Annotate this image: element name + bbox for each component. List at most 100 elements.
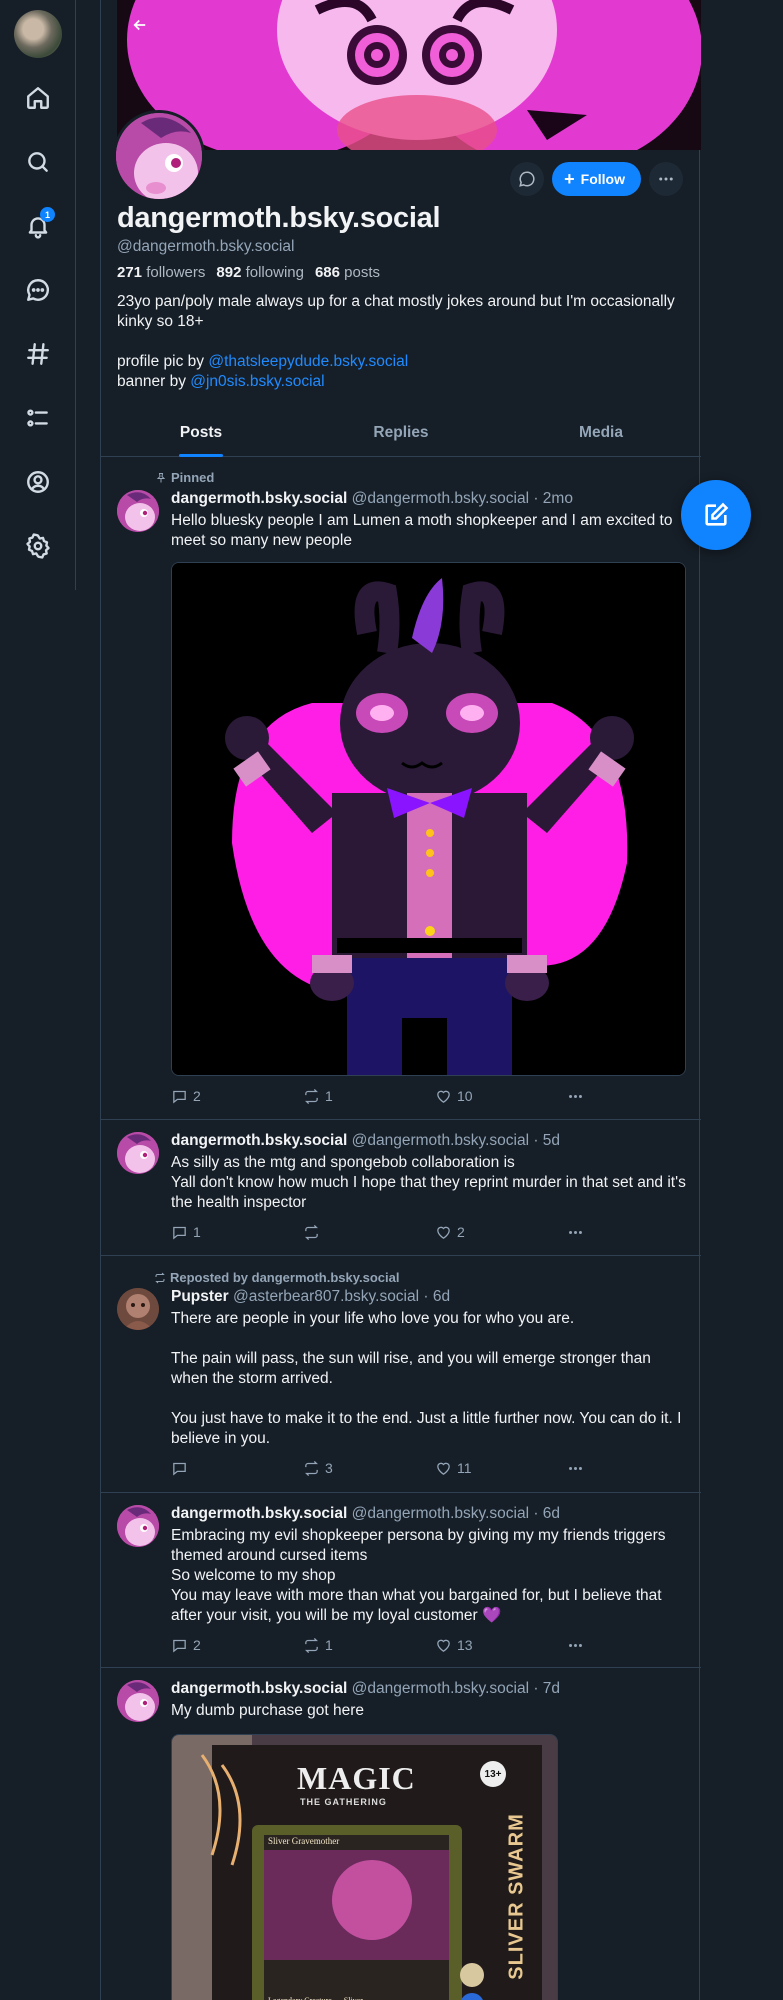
- search-icon[interactable]: [18, 142, 58, 182]
- post[interactable]: dangermoth.bsky.social @dangermoth.bsky.…: [101, 1668, 701, 2000]
- post-author-name[interactable]: dangermoth.bsky.social: [171, 490, 347, 507]
- repost-button[interactable]: 1: [303, 1635, 435, 1655]
- post-actions: 2 1 13: [171, 1635, 591, 1655]
- heart-icon: [437, 1462, 450, 1475]
- bio-text: 23yo pan/poly male always up for a chat …: [117, 293, 675, 330]
- current-user-avatar[interactable]: [14, 10, 62, 58]
- reply-button[interactable]: 1: [171, 1222, 303, 1242]
- card-logo: MAGIC: [297, 1760, 416, 1796]
- bell-icon[interactable]: 1: [18, 206, 58, 246]
- like-button[interactable]: 11: [435, 1458, 567, 1478]
- post-image[interactable]: MAGIC THE GATHERING 13+ SLIVER SWARM Sli…: [171, 1734, 558, 2000]
- like-button[interactable]: 10: [435, 1086, 567, 1106]
- profile-feed: + Follow dangermoth.bsky.social @dangerm…: [100, 0, 701, 2000]
- profile-stats: 271 followers 892 following 686 posts: [117, 264, 380, 281]
- home-icon[interactable]: [18, 78, 58, 118]
- avatar[interactable]: [117, 1288, 159, 1330]
- post-text: Embracing my evil shopkeeper persona by …: [171, 1527, 666, 1624]
- post-author-name[interactable]: dangermoth.bsky.social: [171, 1505, 347, 1522]
- post-more-button[interactable]: [567, 1222, 584, 1242]
- avatar[interactable]: [117, 1680, 159, 1722]
- message-button[interactable]: [510, 162, 545, 196]
- ellipsis-icon: [569, 1643, 582, 1647]
- following-stat[interactable]: 892 following: [216, 264, 304, 281]
- bio-mention-link[interactable]: @jn0sis.bsky.social: [190, 373, 324, 390]
- more-options-button[interactable]: [649, 162, 683, 196]
- chat-icon: [519, 171, 535, 187]
- repost-icon: [305, 1224, 318, 1240]
- pinned-label: Pinned: [155, 470, 214, 485]
- avatar[interactable]: [117, 1505, 159, 1547]
- post-author-handle: @dangermoth.bsky.social · 5d: [351, 1132, 561, 1149]
- avatar[interactable]: [117, 490, 159, 532]
- compose-button[interactable]: [681, 480, 751, 550]
- reply-icon: [173, 1639, 186, 1652]
- ellipsis-icon: [569, 1466, 582, 1470]
- profile-handle: @dangermoth.bsky.social: [117, 238, 295, 255]
- post-more-button[interactable]: [567, 1635, 584, 1655]
- profile-bio: 23yo pan/poly male always up for a chat …: [117, 292, 677, 392]
- card-subtitle: THE GATHERING: [300, 1797, 387, 1807]
- post[interactable]: Pinned dangermoth.bsky.social @dangermot…: [101, 458, 701, 1120]
- profile-tabs: Posts Replies Media: [101, 415, 701, 457]
- post-more-button[interactable]: [567, 1086, 584, 1106]
- profile-avatar[interactable]: [113, 110, 205, 202]
- repost-button[interactable]: [303, 1222, 435, 1242]
- follow-button[interactable]: + Follow: [552, 162, 641, 196]
- chat-icon[interactable]: [18, 270, 58, 310]
- followers-stat[interactable]: 271 followers: [117, 264, 205, 281]
- follow-label: Follow: [580, 171, 625, 187]
- tab-media[interactable]: Media: [501, 415, 701, 456]
- post-image[interactable]: [171, 562, 686, 1076]
- avatar[interactable]: [117, 1132, 159, 1174]
- profile-banner: [117, 0, 701, 150]
- list-icon[interactable]: [18, 398, 58, 438]
- like-button[interactable]: 13: [435, 1635, 567, 1655]
- post-more-button[interactable]: [567, 1458, 584, 1478]
- repost-button[interactable]: 1: [303, 1086, 435, 1106]
- heart-icon: [437, 1639, 450, 1652]
- post-author-handle: @dangermoth.bsky.social · 2mo: [351, 490, 573, 507]
- post[interactable]: Reposted by dangermoth.bsky.social Pupst…: [101, 1256, 701, 1493]
- reply-button[interactable]: 2: [171, 1635, 303, 1655]
- repost-icon: [305, 1637, 318, 1653]
- post-author-name[interactable]: Pupster: [171, 1288, 229, 1305]
- post[interactable]: dangermoth.bsky.social @dangermoth.bsky.…: [101, 1493, 701, 1668]
- post-actions: 1 2: [171, 1222, 591, 1242]
- reply-icon: [173, 1226, 186, 1239]
- bio-mention-link[interactable]: @thatsleepydude.bsky.social: [208, 353, 408, 370]
- pin-icon: [156, 472, 166, 482]
- notification-badge: 1: [40, 207, 55, 222]
- reply-button[interactable]: 2: [171, 1086, 303, 1106]
- ellipsis-icon: [569, 1230, 582, 1234]
- gear-icon[interactable]: [18, 526, 58, 566]
- post-author-handle: @asterbear807.bsky.social · 6d: [233, 1288, 451, 1305]
- reply-button[interactable]: [171, 1458, 303, 1478]
- post-author-handle: @dangermoth.bsky.social · 6d: [351, 1505, 561, 1522]
- tab-posts[interactable]: Posts: [101, 415, 301, 456]
- post-author-name[interactable]: dangermoth.bsky.social: [171, 1680, 347, 1697]
- post[interactable]: dangermoth.bsky.social @dangermoth.bsky.…: [101, 1120, 701, 1256]
- post-actions: 3 11: [171, 1458, 591, 1478]
- repost-icon: [305, 1088, 318, 1104]
- post-text: There are people in your life who love y…: [171, 1310, 682, 1447]
- repost-icon: [155, 1272, 165, 1283]
- posts-stat: 686 posts: [314, 264, 381, 281]
- repost-button[interactable]: 3: [303, 1458, 435, 1478]
- post-author-handle: @dangermoth.bsky.social · 7d: [351, 1680, 561, 1697]
- post-text: As silly as the mtg and spongebob collab…: [171, 1154, 686, 1211]
- tab-replies[interactable]: Replies: [301, 415, 501, 456]
- profile-icon[interactable]: [18, 462, 58, 502]
- compose-icon: [705, 502, 729, 526]
- repost-icon: [305, 1460, 318, 1476]
- repost-label: Reposted by dangermoth.bsky.social: [154, 1270, 399, 1285]
- hashtag-icon[interactable]: [18, 334, 58, 374]
- reply-icon: [173, 1462, 186, 1475]
- like-button[interactable]: 2: [435, 1222, 567, 1242]
- post-author-name[interactable]: dangermoth.bsky.social: [171, 1132, 347, 1149]
- post-text: Hello bluesky people I am Lumen a moth s…: [171, 512, 673, 549]
- card-type: Legendary Creature — Sliver: [268, 1996, 363, 2000]
- card-name: Sliver Gravemother: [268, 1836, 340, 1846]
- plus-icon: +: [564, 169, 575, 189]
- back-button[interactable]: [125, 10, 155, 40]
